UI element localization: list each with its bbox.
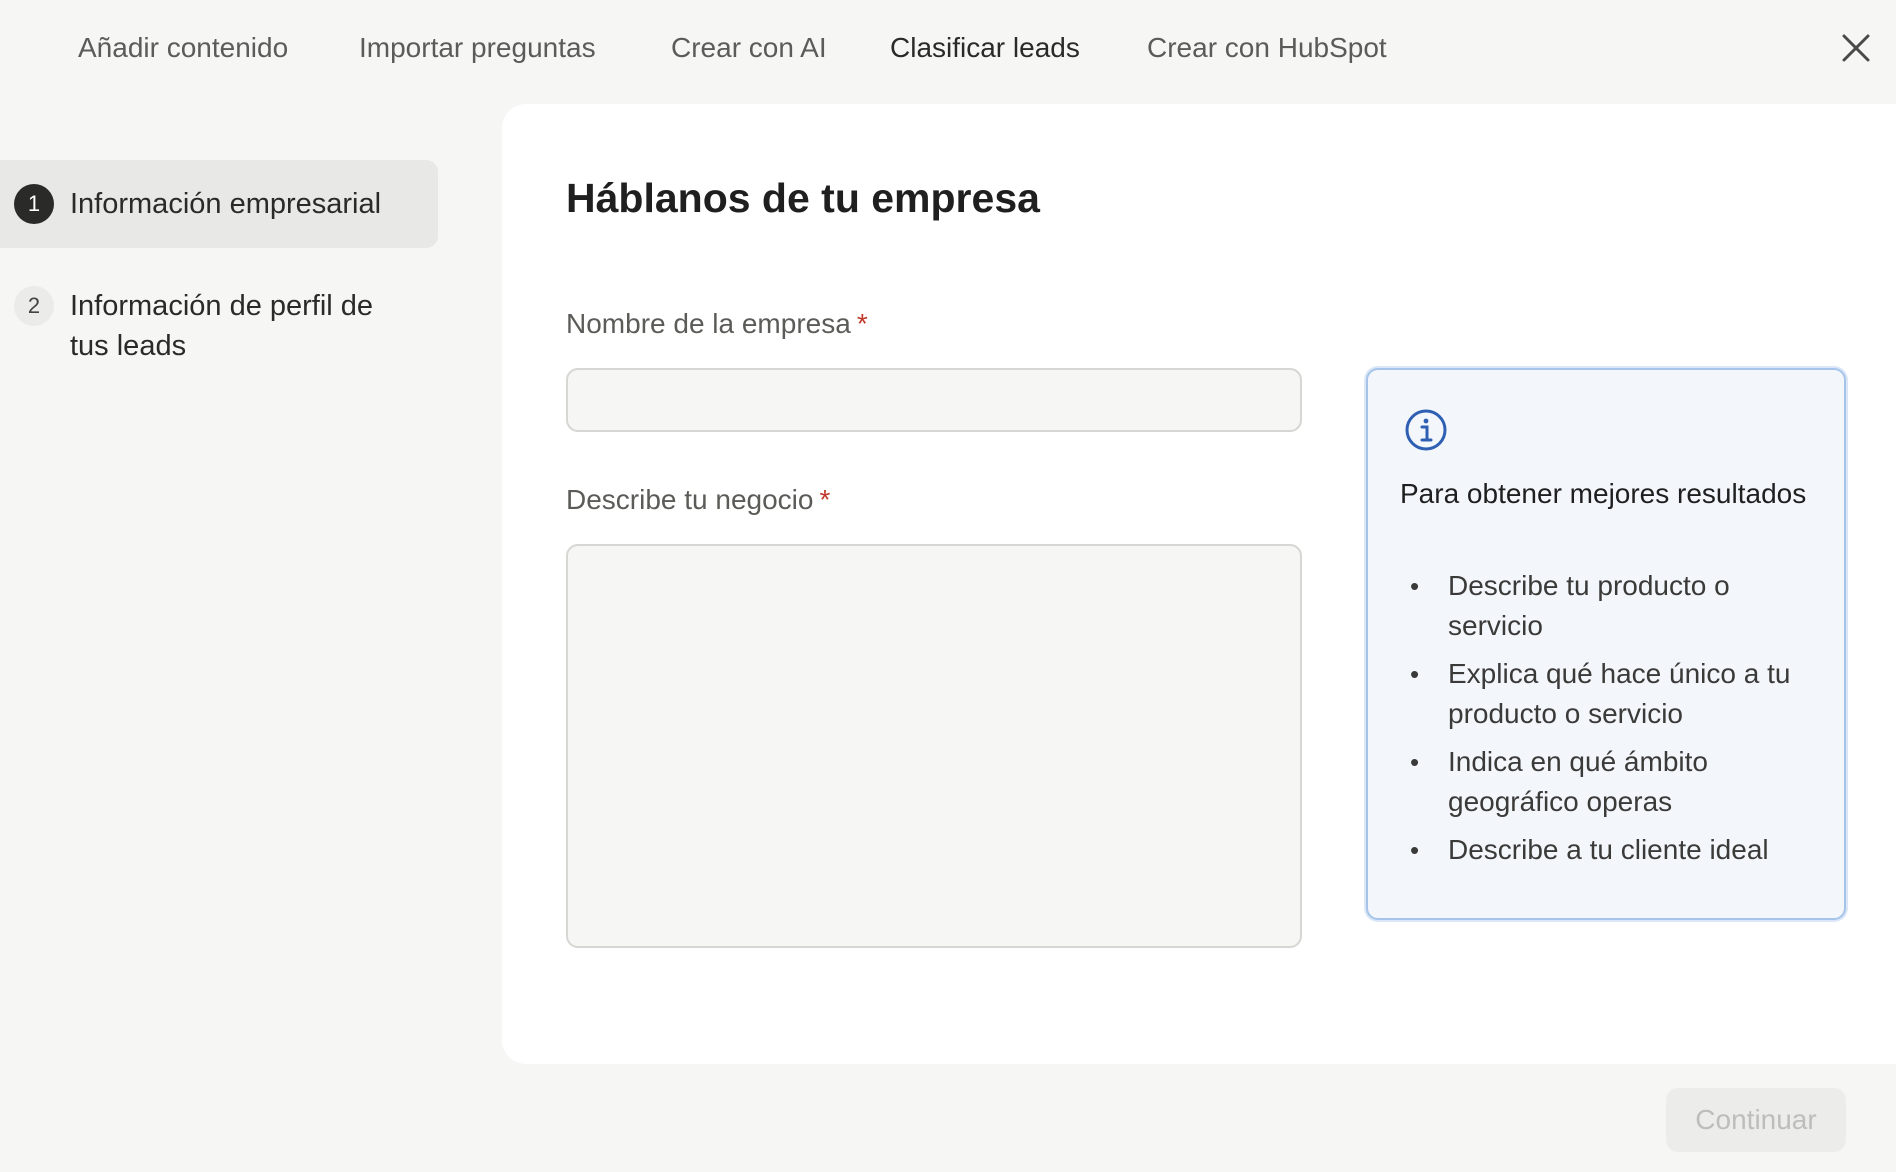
top-navigation: Añadir contenido Importar preguntas Crea… [0,0,1896,96]
step-label: Información empresarial [70,188,382,220]
tip-item: • Indica en qué ámbito geográfico operas [1410,746,1708,817]
tips-title: Para obtener mejores resultados [1400,478,1807,509]
step-label: Información de perfil de tus leads [70,290,374,362]
tips-list: • Describe tu producto o servicio • Explic… [1400,566,1830,878]
tip-item: • Describe tu producto o servicio [1410,570,1730,641]
step-number-badge: 1 [14,184,54,224]
close-button[interactable] [1836,28,1876,68]
info-icon [1404,408,1448,452]
form-panel: Háblanos de tu empresa Nombre de la empr… [502,104,1896,1064]
tip-item: • Explica qué hace único a tu producto o … [1410,658,1791,729]
tab-crear-con-hubspot[interactable]: Crear con HubSpot [1147,26,1387,70]
step-informacion-empresarial[interactable]: 1 Información empresarial [0,160,438,248]
continue-button[interactable]: Continuar [1666,1088,1846,1152]
company-name-input[interactable] [566,368,1302,432]
steps-sidebar: 1 Información empresarial 2 Información … [0,160,438,376]
tab-crear-con-ai[interactable]: Crear con AI [671,26,827,70]
tab-anadir-contenido[interactable]: Añadir contenido [78,26,288,70]
step-number-badge: 2 [14,286,54,326]
business-description-label: Describe tu negocio * [566,484,831,515]
company-name-label: Nombre de la empresa * [566,308,868,339]
page-title: Háblanos de tu empresa [566,175,1040,221]
business-description-textarea[interactable] [566,544,1302,948]
required-mark: * [819,484,831,515]
tab-clasificar-leads[interactable]: Clasificar leads [890,26,1080,70]
close-icon [1842,34,1870,62]
tips-box: Para obtener mejores resultados • Describ… [1366,368,1846,920]
step-informacion-perfil-leads[interactable]: 2 Información de perfil de tus leads [0,276,438,376]
tip-item: • Describe a tu cliente ideal [1410,834,1769,865]
tab-importar-preguntas[interactable]: Importar preguntas [359,26,596,70]
required-mark: * [856,308,868,339]
